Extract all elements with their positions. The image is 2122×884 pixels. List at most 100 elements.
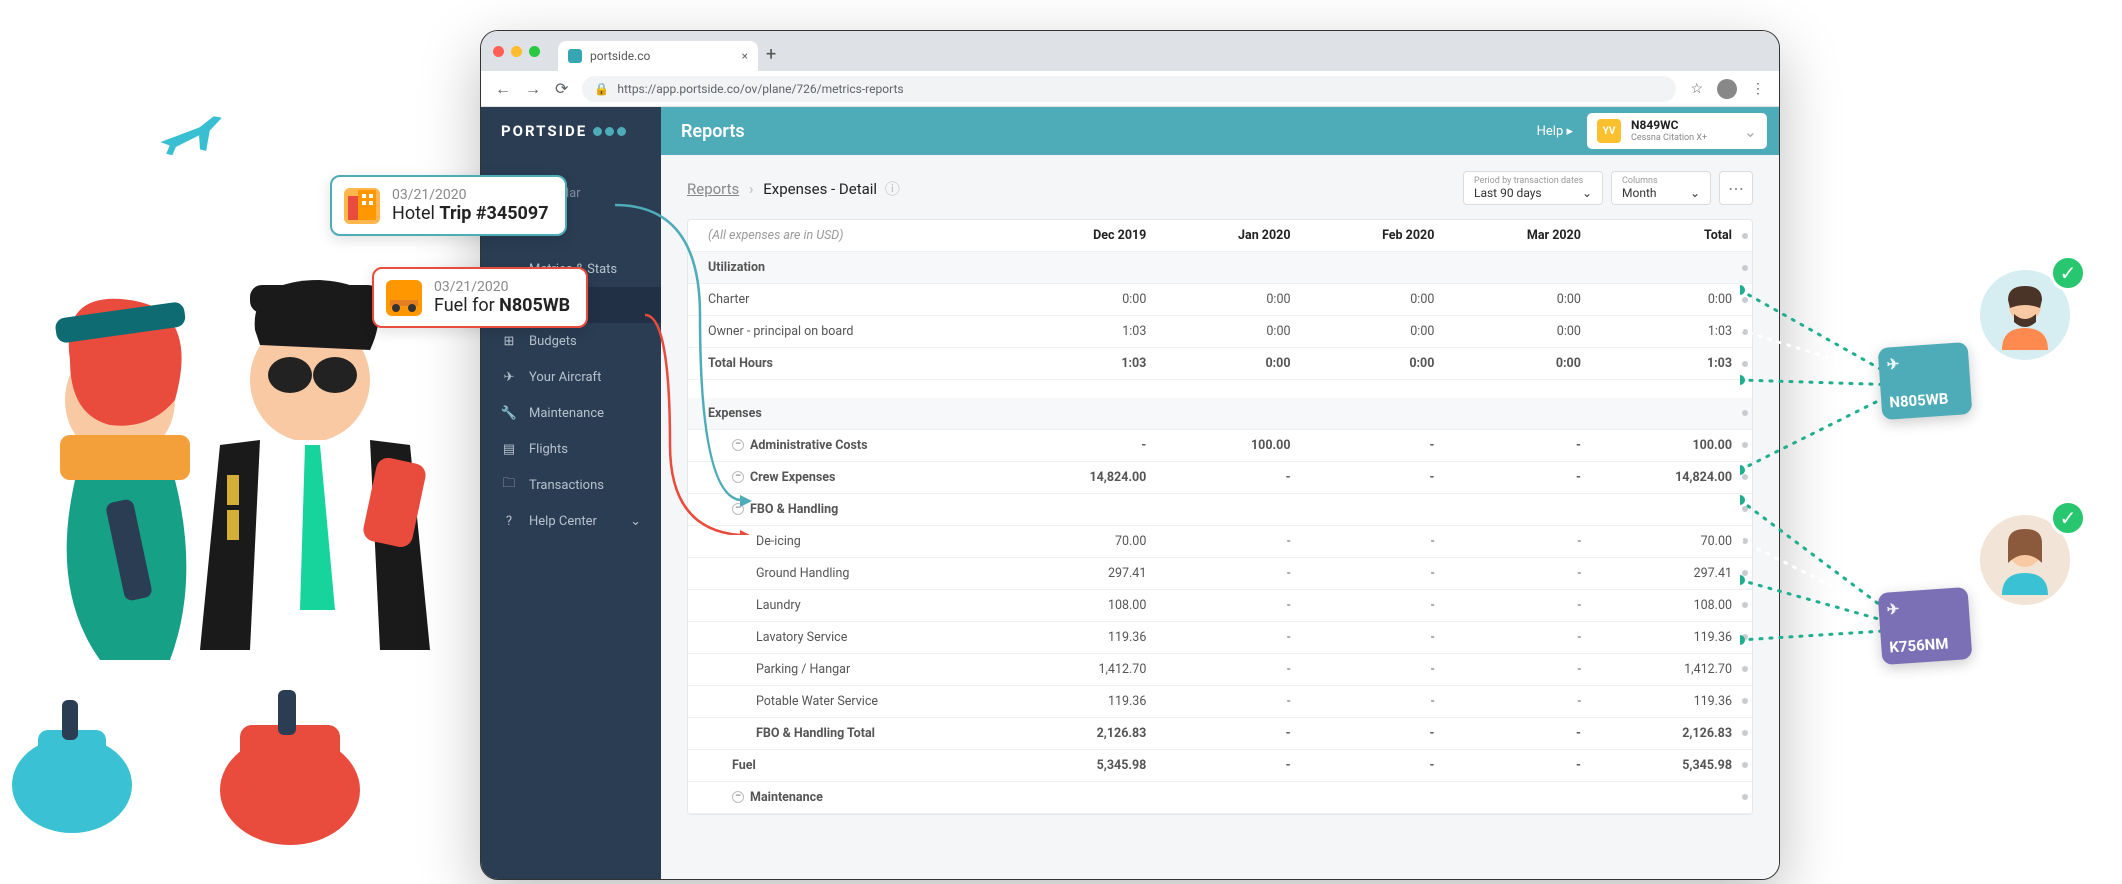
cell-value: - bbox=[1454, 653, 1601, 685]
cell-value bbox=[1166, 252, 1310, 284]
cell-value: - bbox=[1311, 525, 1455, 557]
row-label: Administrative Costs bbox=[688, 429, 1015, 461]
aircraft-badge: YV bbox=[1597, 119, 1621, 143]
cell-value: 100.00 bbox=[1601, 429, 1752, 461]
url-input[interactable]: 🔒 https://app.portside.co/ov/plane/726/m… bbox=[582, 76, 1676, 102]
favicon-icon bbox=[568, 49, 582, 63]
cell-value bbox=[1015, 398, 1166, 430]
cell-value: - bbox=[1311, 621, 1455, 653]
cell-value: 0:00 bbox=[1166, 284, 1310, 316]
info-icon[interactable]: ⓘ bbox=[885, 180, 900, 198]
table-row: Crew Expenses14,824.00---14,824.00 bbox=[688, 461, 1752, 493]
fuel-truck-icon bbox=[386, 280, 422, 316]
cell-value: - bbox=[1454, 461, 1601, 493]
chevron-down-icon: ⌄ bbox=[1744, 122, 1757, 141]
help-link[interactable]: Help ▸ bbox=[1537, 124, 1573, 139]
sidebar-item-help[interactable]: ? Help Center ⌄ bbox=[481, 503, 661, 539]
chevron-down-icon: ⌄ bbox=[630, 514, 641, 529]
help-icon: ? bbox=[501, 513, 517, 529]
new-tab-button[interactable]: + bbox=[766, 44, 776, 65]
collapse-toggle-icon[interactable] bbox=[732, 503, 744, 515]
aircraft-badge-card[interactable]: ✈ K756NM bbox=[1878, 587, 1973, 665]
forward-icon[interactable]: → bbox=[525, 79, 541, 99]
col-header: Dec 2019 bbox=[1015, 220, 1166, 252]
table-row: Owner - principal on board1:030:000:000:… bbox=[688, 316, 1752, 348]
table-row: Total Hours1:030:000:000:001:03 bbox=[688, 348, 1752, 380]
table-row: Parking / Hangar1,412.70---1,412.70 bbox=[688, 653, 1752, 685]
collapse-toggle-icon[interactable] bbox=[732, 439, 744, 451]
cell-value: 0:00 bbox=[1166, 316, 1310, 348]
breadcrumb: Reports › Expenses - Detail ⓘ bbox=[687, 178, 900, 199]
lock-icon: 🔒 bbox=[594, 82, 609, 96]
sidebar-item-transactions[interactable]: 🗀 Transactions bbox=[481, 467, 661, 503]
brand-logo[interactable]: PORTSIDE bbox=[481, 107, 661, 155]
sidebar-item-flights[interactable]: ▤ Flights bbox=[481, 431, 661, 467]
row-label: Total Hours bbox=[688, 348, 1015, 380]
cell-value: - bbox=[1454, 621, 1601, 653]
cell-value: 1:03 bbox=[1015, 316, 1166, 348]
sidebar-item-label: Flights bbox=[529, 442, 568, 457]
cell-value bbox=[1311, 398, 1455, 430]
row-label: Lavatory Service bbox=[688, 621, 1015, 653]
sidebar-item-budgets[interactable]: ⊞ Budgets bbox=[481, 323, 661, 359]
cell-value: - bbox=[1454, 525, 1601, 557]
sidebar-item-aircraft[interactable]: ✈ Your Aircraft bbox=[481, 359, 661, 395]
table-header-row: (All expenses are in USD) Dec 2019 Jan 2… bbox=[688, 220, 1752, 252]
browser-address-bar: ← → ⟳ 🔒 https://app.portside.co/ov/plane… bbox=[481, 71, 1779, 107]
col-header: Feb 2020 bbox=[1311, 220, 1455, 252]
cell-value bbox=[1166, 398, 1310, 430]
collapse-toggle-icon[interactable] bbox=[732, 791, 744, 803]
cell-value: - bbox=[1311, 653, 1455, 685]
profile-avatar-icon[interactable] bbox=[1717, 79, 1737, 99]
cell-value: - bbox=[1454, 589, 1601, 621]
cell-value: 0:00 bbox=[1015, 284, 1166, 316]
more-options-button[interactable]: ⋯ bbox=[1719, 171, 1753, 205]
check-badge-icon: ✓ bbox=[2050, 500, 2086, 536]
folder-icon: 🗀 bbox=[501, 477, 517, 493]
cell-value bbox=[1601, 252, 1752, 284]
currency-note: (All expenses are in USD) bbox=[688, 220, 1015, 252]
collapse-toggle-icon[interactable] bbox=[732, 471, 744, 483]
table-row: Expenses bbox=[688, 398, 1752, 430]
period-dropdown[interactable]: Period by transaction dates Last 90 days… bbox=[1463, 171, 1603, 205]
close-tab-icon[interactable]: × bbox=[742, 49, 748, 63]
tag-fuel-card[interactable]: 03/21/2020 Fuel for N805WB bbox=[372, 267, 588, 328]
brand-dots-icon bbox=[593, 127, 626, 136]
cell-value: 1:03 bbox=[1601, 316, 1752, 348]
reload-icon[interactable]: ⟳ bbox=[555, 79, 568, 98]
cell-value: - bbox=[1166, 717, 1310, 749]
plane-icon: ✈ bbox=[1886, 355, 1900, 374]
cell-value: 108.00 bbox=[1601, 589, 1752, 621]
window-controls[interactable] bbox=[493, 46, 540, 57]
cell-value bbox=[1601, 398, 1752, 430]
bookmark-icon[interactable]: ☆ bbox=[1690, 81, 1703, 97]
sidebar: ▦ Calendar 〰 Metrics & Stats ▥ Reports ⊞… bbox=[481, 155, 661, 879]
tab-title: portside.co bbox=[590, 49, 650, 63]
cell-value bbox=[1454, 252, 1601, 284]
cell-value: 0:00 bbox=[1311, 316, 1455, 348]
aircraft-icon: ✈ bbox=[501, 369, 517, 385]
col-header: Mar 2020 bbox=[1454, 220, 1601, 252]
table-row: Potable Water Service119.36---119.36 bbox=[688, 685, 1752, 717]
row-label: Parking / Hangar bbox=[688, 653, 1015, 685]
breadcrumb-current: Expenses - Detail bbox=[763, 180, 877, 198]
cell-value bbox=[1166, 493, 1310, 525]
tag-hotel-card[interactable]: 03/21/2020 Hotel Trip #345097 bbox=[330, 175, 567, 236]
aircraft-picker[interactable]: YV N849WC Cessna Citation X+ ⌄ bbox=[1587, 113, 1767, 148]
row-label: Owner - principal on board bbox=[688, 316, 1015, 348]
cell-value: 0:00 bbox=[1454, 284, 1601, 316]
sidebar-item-maintenance[interactable]: 🔧 Maintenance bbox=[481, 395, 661, 431]
cell-value: 119.36 bbox=[1015, 685, 1166, 717]
breadcrumb-root[interactable]: Reports bbox=[687, 180, 739, 198]
aircraft-badge-card[interactable]: ✈ N805WB bbox=[1878, 342, 1973, 420]
back-icon[interactable]: ← bbox=[495, 79, 511, 99]
row-label: Maintenance bbox=[688, 781, 1015, 813]
cell-value: - bbox=[1454, 557, 1601, 589]
browser-menu-icon[interactable]: ⋮ bbox=[1751, 81, 1765, 97]
cell-value: 119.36 bbox=[1601, 685, 1752, 717]
cell-value: 1:03 bbox=[1601, 348, 1752, 380]
browser-tab[interactable]: portside.co × bbox=[558, 41, 758, 71]
cell-value: - bbox=[1454, 749, 1601, 781]
columns-dropdown[interactable]: Columns Month⌄ bbox=[1611, 171, 1711, 205]
cell-value: 119.36 bbox=[1015, 621, 1166, 653]
